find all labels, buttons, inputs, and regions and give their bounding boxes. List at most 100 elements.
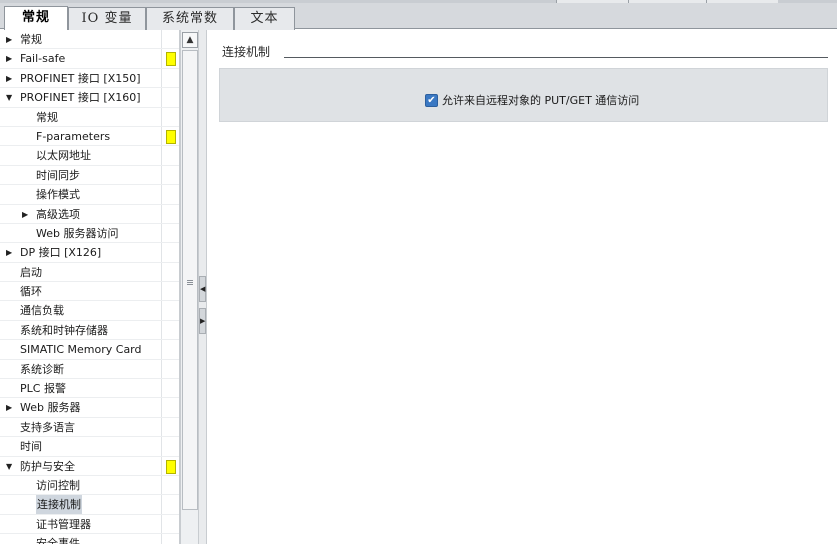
section-title: 连接机制 [222,45,271,59]
tree-column-divider [161,320,162,340]
tree-column-divider [161,126,162,146]
tree-column-divider [161,417,162,437]
collapsed-arrow-icon[interactable]: ▶ [6,69,12,88]
scroll-grip-icon [187,280,193,281]
tree-item-label: PROFINET 接口 [X150] [20,71,141,85]
safety-marker-icon [166,129,176,144]
collapsed-arrow-icon[interactable]: ▶ [6,398,12,417]
tree-item-label: Web 服务器访问 [36,226,119,240]
tree-column-divider [161,359,162,379]
tree-column-divider [161,243,162,262]
tree-item[interactable]: 循环 [0,282,179,302]
tree-item[interactable]: 连接机制 [0,495,179,515]
tree-item[interactable]: 安全事件 [0,534,179,544]
collapsed-arrow-icon[interactable]: ▶ [6,30,12,49]
tree-item[interactable]: ▶ DP 接口 [X126] [0,243,179,263]
tree-item-label: 操作模式 [36,188,80,202]
scroll-thumb[interactable] [182,50,198,510]
tree-item-label: Fail-safe [20,52,66,66]
tree-item-label: 连接机制 [36,495,82,515]
pane-splitter[interactable]: ◀ ▶ [199,30,207,544]
tab-texts[interactable]: 文本 [234,7,295,30]
tree-item[interactable]: Web 服务器访问 [0,223,179,244]
tree-column-divider [161,185,162,204]
put-get-checkbox[interactable]: ✔ [425,93,438,107]
tree-item[interactable]: 启动 [0,262,179,283]
tree-item-label: Web 服务器 [20,401,81,415]
collapse-left-icon[interactable]: ◀ [199,276,206,302]
section-divider [284,57,828,58]
tree-item-label: 以太网地址 [36,149,91,163]
tree-column-divider [161,49,162,68]
tree-item[interactable]: 常规 [0,107,179,127]
expanded-arrow-icon[interactable]: ▼ [6,457,12,476]
tree-item-label: 启动 [20,265,42,279]
scroll-up-button[interactable]: ▲ [182,32,198,48]
safety-marker-icon [166,459,176,474]
tree-column-divider [161,282,162,301]
tree-item[interactable]: ▼ PROFINET 接口 [X160] [0,88,179,108]
tree-column-divider [161,301,162,320]
tab-bar: 常规 IO 变量 系统常数 文本 [0,3,837,30]
tree-column-divider [161,340,162,359]
tab-io-tags[interactable]: IO 变量 [68,7,146,30]
tree-item[interactable]: ▼ 防护与安全 [0,456,179,476]
tree-item-label: 循环 [20,285,42,299]
tree-item[interactable]: F-parameters [0,126,179,147]
tree-item-label: 高级选项 [36,207,80,221]
tree-item[interactable]: 操作模式 [0,185,179,205]
tree-column-divider [161,165,162,185]
tree-item-label: 常规 [20,33,42,46]
tree-item[interactable]: 证书管理器 [0,514,179,535]
tree-item-label: 访问控制 [36,478,80,492]
tree-item-label: F-parameters [36,129,111,143]
expanded-arrow-icon[interactable]: ▼ [6,88,12,107]
settings-panel: ✔ 允许来自远程对象的 PUT/GET 通信访问 [219,68,828,122]
tree-item[interactable]: ▶ Web 服务器 [0,398,179,418]
tree-column-divider [161,107,162,126]
tree-item[interactable]: 系统和时钟存储器 [0,320,179,341]
expand-right-icon[interactable]: ▶ [199,308,206,334]
tree-column-divider [161,398,162,417]
tree-item[interactable]: ▶ 常规 [0,30,179,50]
tree-item-label: 时间 [20,440,42,454]
tree-item[interactable]: 支持多语言 [0,417,179,438]
tree-item[interactable]: SIMATIC Memory Card [0,340,179,360]
tree-column-divider [161,68,162,88]
tree-column-divider [161,204,162,223]
tree-scrollbar[interactable]: ▲ [180,30,199,544]
tree-column-divider [161,495,162,514]
tree-item-label: 证书管理器 [36,517,91,531]
tree-item[interactable]: 时间 [0,437,179,457]
tree-item[interactable]: ▶ PROFINET 接口 [X150] [0,68,179,89]
tree-item-label: SIMATIC Memory Card [20,343,142,357]
properties-content: 连接机制 ✔ 允许来自远程对象的 PUT/GET 通信访问 [208,30,837,544]
tree-item-label: 通信负载 [20,304,64,318]
tab-general[interactable]: 常规 [4,6,68,30]
tree-column-divider [161,223,162,243]
tree-item[interactable]: ▶ Fail-safe [0,49,179,69]
navigation-tree: ▶ 常规 ▶ Fail-safe ▶ PROFINET 接口 [X150] ▼ PROFINE… [0,30,180,544]
tree-item[interactable]: 系统诊断 [0,359,179,380]
tree-item[interactable]: 通信负载 [0,301,179,321]
tree-item[interactable]: PLC 报警 [0,379,179,399]
tree-column-divider [161,262,162,282]
tree-column-divider [161,30,162,49]
tree-item[interactable]: ▶ 高级选项 [0,204,179,224]
collapsed-arrow-icon[interactable]: ▶ [6,243,12,262]
tree-column-divider [161,437,162,456]
put-get-label[interactable]: 允许来自远程对象的 PUT/GET 通信访问 [442,92,639,108]
collapsed-arrow-icon[interactable]: ▶ [6,49,12,68]
collapsed-arrow-icon[interactable]: ▶ [22,205,28,224]
tree-item-label: DP 接口 [X126] [20,246,102,260]
put-get-option[interactable]: ✔ 允许来自远程对象的 PUT/GET 通信访问 [425,92,639,108]
tree-item[interactable]: 以太网地址 [0,146,179,166]
tab-system-constants[interactable]: 系统常数 [146,7,234,30]
tree-item-label: PLC 报警 [20,382,66,396]
tree-column-divider [161,456,162,475]
tree-column-divider [161,534,162,544]
tree-item-label: 常规 [36,110,58,124]
tree-item[interactable]: 时间同步 [0,165,179,186]
tree-item[interactable]: 访问控制 [0,475,179,496]
tree-column-divider [161,514,162,534]
